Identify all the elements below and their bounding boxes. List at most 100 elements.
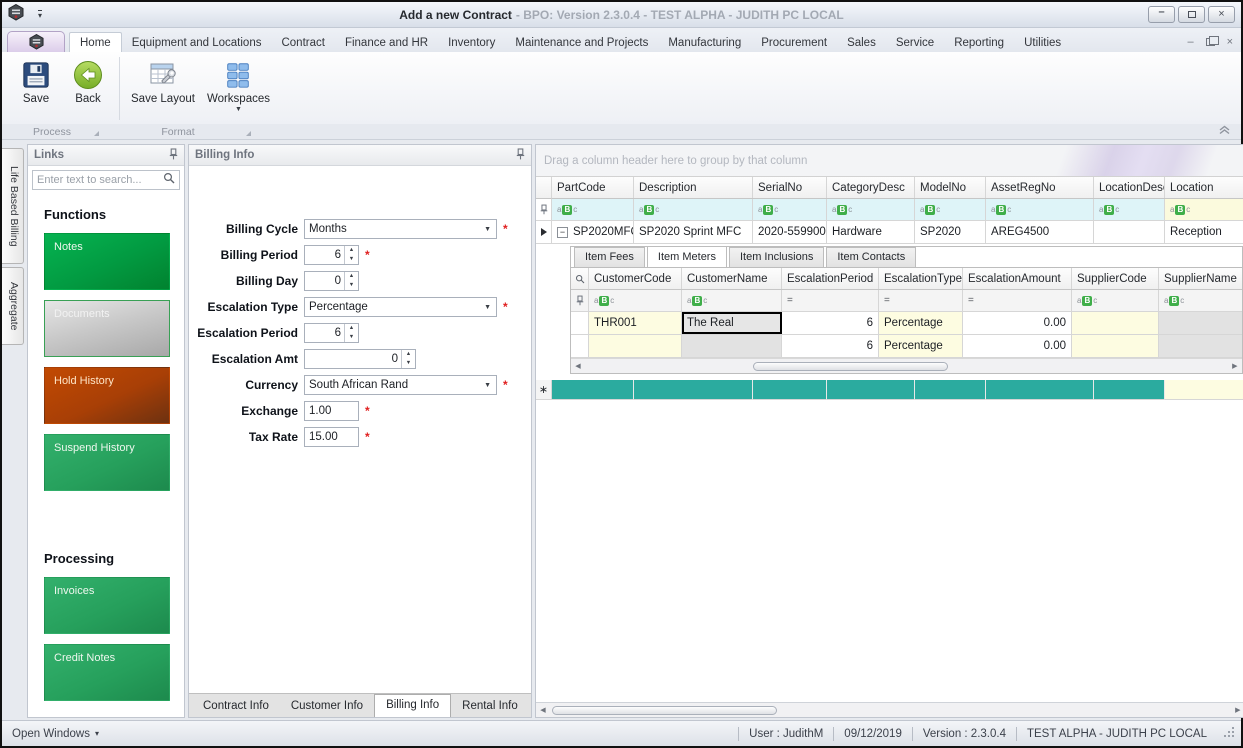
quick-access-dropdown-icon[interactable]: ▾	[38, 10, 42, 19]
cell-customername[interactable]	[682, 335, 782, 357]
grid-new-row[interactable]: ∗	[536, 380, 1243, 400]
escalation-amt-stepper[interactable]: 0▲▼	[304, 349, 416, 369]
filter-cell-assetregno[interactable]: aBc	[986, 199, 1094, 220]
cell-escalationtype[interactable]: Percentage	[879, 312, 963, 334]
cell-description[interactable]: SP2020 Sprint MFC	[634, 221, 753, 243]
ribbon-tab-service[interactable]: Service	[886, 33, 944, 52]
detail-horizontal-scrollbar[interactable]: ◀ ▶	[571, 358, 1242, 373]
ribbon-tab-maintenance-and-projects[interactable]: Maintenance and Projects	[505, 33, 658, 52]
back-button[interactable]: Back	[62, 57, 114, 124]
column-header-suppliername[interactable]: SupplierName	[1159, 268, 1242, 289]
collapse-row-icon[interactable]: −	[557, 227, 568, 238]
filter-cell-partcode[interactable]: aBc	[552, 199, 634, 220]
filter-cell-escalationamount[interactable]: =	[963, 290, 1072, 311]
filter-cell-customercode[interactable]: aBc	[589, 290, 682, 311]
search-icon[interactable]	[163, 171, 175, 189]
column-header-escalationamount[interactable]: EscalationAmount	[963, 268, 1072, 289]
filter-cell-serialno[interactable]: aBc	[753, 199, 827, 220]
pin-icon[interactable]	[169, 148, 178, 163]
filter-pin-icon[interactable]	[571, 290, 589, 311]
mdi-restore-button[interactable]	[1206, 38, 1215, 46]
filter-cell-locationdesc[interactable]: aBc	[1094, 199, 1165, 220]
save-layout-button[interactable]: Save Layout	[125, 57, 201, 124]
column-header-serialno[interactable]: SerialNo	[753, 177, 827, 198]
filter-cell-suppliercode[interactable]: aBc	[1072, 290, 1159, 311]
spin-down-icon[interactable]: ▼	[345, 255, 358, 264]
spin-up-icon[interactable]: ▲	[345, 324, 358, 333]
ribbon-tab-utilities[interactable]: Utilities	[1014, 33, 1071, 52]
column-header-location[interactable]: Location	[1165, 177, 1243, 198]
cell-suppliercode[interactable]	[1072, 335, 1159, 357]
documents-button[interactable]: Documents	[44, 300, 170, 357]
column-header-customercode[interactable]: CustomerCode	[589, 268, 682, 289]
invoices-button[interactable]: Invoices	[44, 577, 170, 634]
filter-cell-suppliername[interactable]: aBc	[1159, 290, 1242, 311]
column-header-customername[interactable]: CustomerName	[682, 268, 782, 289]
minimize-button[interactable]: –	[1148, 6, 1175, 23]
ribbon-tab-manufacturing[interactable]: Manufacturing	[658, 33, 751, 52]
spin-up-icon[interactable]: ▲	[345, 246, 358, 255]
credit-notes-button[interactable]: Credit Notes	[44, 644, 170, 701]
filter-cell-escalationperiod[interactable]: =	[782, 290, 879, 311]
ribbon-tab-finance-and-hr[interactable]: Finance and HR	[335, 33, 438, 52]
new-cell-categorydesc[interactable]	[827, 380, 915, 400]
filter-cell-modelno[interactable]: aBc	[915, 199, 986, 220]
ribbon-tab-home[interactable]: Home	[69, 32, 122, 52]
tab-billing-info[interactable]: Billing Info	[374, 694, 451, 717]
spin-down-icon[interactable]: ▼	[402, 359, 415, 368]
filter-cell-customername[interactable]: aBc	[682, 290, 782, 311]
new-cell-serialno[interactable]	[753, 380, 827, 400]
cell-escalationtype[interactable]: Percentage	[879, 335, 963, 357]
tax-rate-field[interactable]: 15.00	[304, 427, 359, 447]
application-menu-button[interactable]	[7, 31, 65, 52]
column-header-locationdesc[interactable]: LocationDesc	[1094, 177, 1165, 198]
column-header-suppliercode[interactable]: SupplierCode	[1072, 268, 1159, 289]
new-cell-description[interactable]	[634, 380, 753, 400]
cell-assetregno[interactable]: AREG4500	[986, 221, 1094, 243]
column-header-escalationperiod[interactable]: EscalationPeriod	[782, 268, 879, 289]
cell-modelno[interactable]: SP2020	[915, 221, 986, 243]
spin-up-icon[interactable]: ▲	[402, 350, 415, 359]
scrollbar-thumb[interactable]	[552, 706, 777, 715]
cell-customercode[interactable]: THR001	[589, 312, 682, 334]
billing-day-stepper[interactable]: 0▲▼	[304, 271, 359, 291]
scroll-left-icon[interactable]: ◀	[571, 362, 585, 370]
ribbon-tab-sales[interactable]: Sales	[837, 33, 886, 52]
group-dialog-launcher-icon[interactable]	[94, 131, 99, 136]
grid-horizontal-scrollbar[interactable]: ◀ ▶	[536, 702, 1243, 717]
spin-up-icon[interactable]: ▲	[345, 272, 358, 281]
new-cell-location[interactable]	[1165, 380, 1243, 400]
maximize-button[interactable]	[1178, 6, 1205, 23]
tab-customer-info[interactable]: Customer Info	[280, 696, 374, 717]
tab-item-meters[interactable]: Item Meters	[647, 246, 727, 267]
group-dialog-launcher-icon[interactable]	[246, 131, 251, 136]
scroll-right-icon[interactable]: ▶	[1231, 706, 1243, 714]
new-cell-assetregno[interactable]	[986, 380, 1094, 400]
suspend-history-button[interactable]: Suspend History	[44, 434, 170, 491]
collapse-ribbon-icon[interactable]	[1218, 125, 1231, 138]
column-header-categorydesc[interactable]: CategoryDesc	[827, 177, 915, 198]
close-button[interactable]: ×	[1208, 6, 1235, 23]
hold-history-button[interactable]: Hold History	[44, 367, 170, 424]
cell-locationdesc[interactable]	[1094, 221, 1165, 243]
group-by-bar[interactable]: Drag a column header here to group by th…	[536, 145, 1243, 177]
cell-escalationamount[interactable]: 0.00	[963, 312, 1072, 334]
tab-item-contacts[interactable]: Item Contacts	[826, 247, 916, 267]
cell-suppliercode[interactable]	[1072, 312, 1159, 334]
grid-data-row[interactable]: −SP2020MFC SP2020 Sprint MFC 2020-559900…	[536, 221, 1243, 244]
cell-categorydesc[interactable]: Hardware	[827, 221, 915, 243]
dock-tab-life-based-billing[interactable]: Life Based Billing	[2, 148, 24, 264]
ribbon-tab-procurement[interactable]: Procurement	[751, 33, 837, 52]
filter-cell-categorydesc[interactable]: aBc	[827, 199, 915, 220]
filter-cell-description[interactable]: aBc	[634, 199, 753, 220]
new-cell-modelno[interactable]	[915, 380, 986, 400]
spin-down-icon[interactable]: ▼	[345, 281, 358, 290]
column-header-escalationtype[interactable]: EscalationType	[879, 268, 963, 289]
escalation-type-select[interactable]: Percentage▼	[304, 297, 497, 317]
tab-item-fees[interactable]: Item Fees	[574, 247, 645, 267]
scroll-left-icon[interactable]: ◀	[536, 706, 550, 714]
filter-cell-escalationtype[interactable]: =	[879, 290, 963, 311]
search-input[interactable]	[37, 174, 163, 186]
tab-rental-info[interactable]: Rental Info	[451, 696, 529, 717]
workspaces-button[interactable]: Workspaces ▼	[201, 57, 276, 124]
